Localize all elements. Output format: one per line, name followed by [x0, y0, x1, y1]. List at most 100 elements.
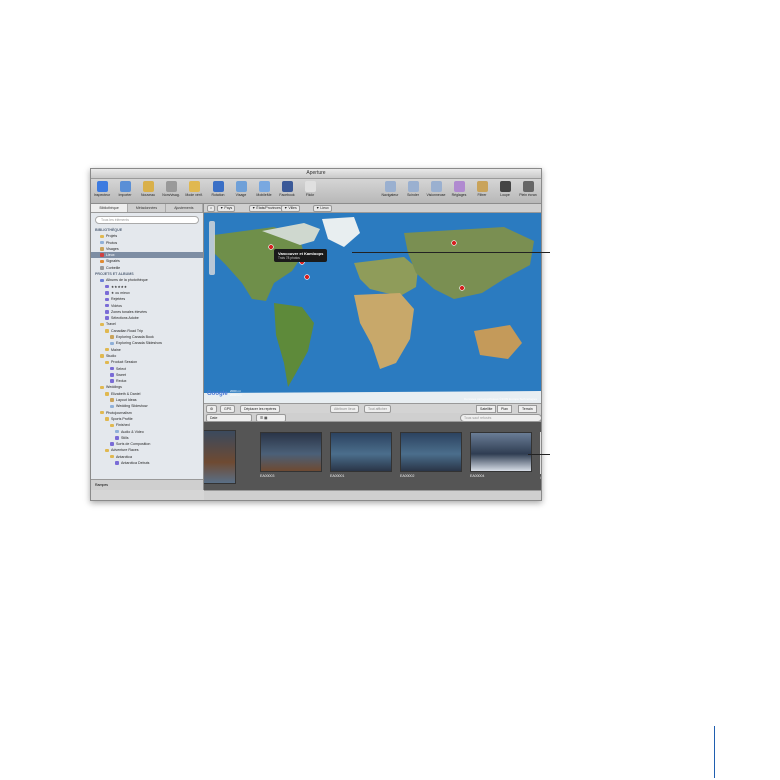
- gps-button[interactable]: GPS: [220, 405, 236, 413]
- loupe-toolbar-button[interactable]: Loupe: [494, 181, 516, 197]
- sidebar-item-icon: [115, 436, 119, 440]
- home-icon[interactable]: ⌂: [207, 205, 216, 212]
- photo-thumbnail[interactable]: [204, 430, 236, 484]
- window-title: Aperture: [306, 170, 326, 176]
- sidebar-item-label: Weddings: [106, 385, 122, 390]
- sidebar-item-icon: [105, 291, 109, 295]
- import-icon: [119, 181, 131, 192]
- toolbar-button-label: Filtrer: [477, 193, 487, 197]
- sidebar-item-label: Layout Ideas: [116, 398, 137, 403]
- callout-line-browser: [528, 454, 550, 455]
- map-mode-satellite-button[interactable]: Satellite: [476, 405, 497, 413]
- sidebar-item-label: Photojournalism: [106, 410, 132, 415]
- sidebar-footer: Rampes: [91, 479, 203, 490]
- cloud-toolbar-button[interactable]: MobileMe: [253, 181, 275, 197]
- assign-places-button[interactable]: Attribuer lieux: [330, 405, 360, 413]
- sidebar-item-icon: [100, 253, 104, 257]
- facebook-toolbar-button[interactable]: Facebook: [276, 181, 298, 197]
- fullscreen-icon: [522, 181, 534, 192]
- browser-sort-bar: Date ☰ ▦ Tous sauf refusés: [204, 413, 541, 422]
- photo-image: [204, 430, 236, 484]
- places-popup-menu[interactable]: ▼ Pays: [217, 205, 236, 212]
- photo-thumbnail[interactable]: Canada 097: [540, 432, 541, 480]
- info-toolbar-button[interactable]: Inspecteur: [91, 181, 113, 197]
- photo-thumbnail[interactable]: EA00001: [330, 432, 392, 480]
- sort-select[interactable]: Date: [206, 414, 252, 422]
- places-popup-menu[interactable]: ▼ Villes: [281, 205, 300, 212]
- sidebar-item-label: Exploring Canada Slideshow: [116, 341, 162, 346]
- filter-toolbar-button[interactable]: Filtrer: [471, 181, 493, 197]
- library-tree: BIBLIOTHÈQUE Projets Photos Visages Lieux Sig…: [91, 227, 203, 466]
- sidebar-item-icon: [110, 404, 114, 409]
- map-toolbar-button[interactable]: Visage: [230, 181, 252, 197]
- sidebar-tab[interactable]: Métadonnées: [128, 204, 166, 212]
- sidebar-item-label: ★ ou mieux: [111, 290, 130, 295]
- toolbar-button-label: Réglages: [451, 193, 467, 197]
- map-popup: Vancouver et Kamloops Trois 78 photos: [274, 249, 328, 262]
- places-path-bar: ⌂ ▼ Pays ▼ États/Provinces ▼ Villes ▼ Lieux: [204, 204, 541, 213]
- sidebar-item-icon: [115, 461, 119, 465]
- sidebar-tab[interactable]: Ajustements: [166, 204, 203, 212]
- photo-thumbnail[interactable]: EA00004: [470, 432, 532, 480]
- split-toolbar-button[interactable]: Scinder: [402, 181, 424, 197]
- view-mode-buttons[interactable]: ☰ ▦: [256, 414, 286, 422]
- viewer-toolbar-button[interactable]: Visionneuse: [425, 181, 447, 197]
- sidebar-item-label: Antarctica Debuts: [121, 460, 150, 465]
- sidebar-item-label: Canadian Road Trip: [111, 328, 143, 333]
- sidebar-item-icon: [100, 385, 104, 390]
- sidebar-item-icon: [100, 259, 104, 264]
- sidebar-footer-label: Rampes: [95, 483, 109, 487]
- sidebar-item-label: Visages: [106, 246, 119, 251]
- world-map-svg: [204, 213, 541, 403]
- sidebar-item-label: Photos: [106, 240, 118, 245]
- photo-image: [400, 432, 462, 472]
- sidebar-item-label: Stills: [121, 435, 129, 440]
- sidebar-item-label: Product Session: [111, 360, 138, 365]
- places-popup-menu[interactable]: ▼ États/Provinces: [249, 205, 284, 212]
- faces-toolbar-button[interactable]: Nom/visag.: [160, 181, 182, 197]
- map-mode-terrain-button[interactable]: Terrain: [518, 405, 537, 413]
- map-scale-bottom: 2000 km: [230, 393, 242, 397]
- photo-image: [330, 432, 392, 472]
- map-pin-vancouver[interactable]: [268, 244, 274, 250]
- action-menu-button[interactable]: ⚙: [206, 405, 218, 413]
- sidebar-item-label: Wedding Slideshow: [116, 404, 148, 409]
- show-all-button[interactable]: Tout afficher: [364, 405, 392, 413]
- new-project-toolbar-button[interactable]: Nouveau: [137, 181, 159, 197]
- map-scale: 2000 mi 2000 km: [230, 389, 242, 397]
- map-pin-west-coast[interactable]: [304, 274, 310, 280]
- loupe-icon: [499, 181, 511, 192]
- flickr-toolbar-button[interactable]: Flickr: [299, 181, 321, 197]
- fullscreen-toolbar-button[interactable]: Plein écran: [517, 181, 539, 197]
- pointer-toolbar-button[interactable]: Rotation: [207, 181, 229, 197]
- sidebar-item-label: Signalés: [106, 259, 120, 264]
- toolbar-button-label: Scinder: [407, 193, 419, 197]
- map-mode-plan-button[interactable]: Plan: [497, 405, 513, 413]
- photo-thumbnail[interactable]: EA00003: [260, 432, 322, 480]
- sidebar-item-label: Audio & Video: [121, 429, 144, 434]
- sidebar-item-label: Redux: [116, 379, 127, 384]
- title-bar: Aperture: [91, 169, 541, 184]
- browser-toolbar-button[interactable]: Navigateur: [379, 181, 401, 197]
- import-toolbar-button[interactable]: Importer: [114, 181, 136, 197]
- sidebar-item-icon: [100, 278, 104, 283]
- toolbar-button-label: Mode vérif.: [185, 193, 203, 197]
- world-map[interactable]: Vancouver et Kamloops Trois 78 photos Go…: [204, 213, 541, 403]
- map-pin-siberia[interactable]: [451, 240, 457, 246]
- sidebar-item[interactable]: Antarctica Debuts: [91, 460, 203, 466]
- map-pin-asia[interactable]: [459, 285, 465, 291]
- browser-search-input[interactable]: Tous sauf refusés: [460, 414, 541, 422]
- move-pins-button[interactable]: Déplacer les repères: [240, 405, 281, 413]
- review-toolbar-button[interactable]: Mode vérif.: [183, 181, 205, 197]
- sidebar-item-icon: [100, 247, 104, 251]
- sidebar-search-input[interactable]: Tous les éléments: [95, 216, 199, 224]
- sidebar-item-icon: [105, 360, 109, 365]
- main-area: ⌂ ▼ Pays ▼ États/Provinces ▼ Villes ▼ Lieux: [204, 204, 541, 500]
- sidebar-item-icon: [110, 423, 114, 427]
- photo-thumbnail[interactable]: EA00002: [400, 432, 462, 480]
- places-popup-menu[interactable]: ▼ Lieux: [313, 205, 332, 212]
- adjust-toolbar-button[interactable]: Réglages: [448, 181, 470, 197]
- sidebar-tab[interactable]: Bibliothèque: [91, 204, 129, 212]
- zoom-slider[interactable]: [209, 221, 215, 275]
- sidebar-item-label: Zones tonales élevées: [111, 309, 147, 314]
